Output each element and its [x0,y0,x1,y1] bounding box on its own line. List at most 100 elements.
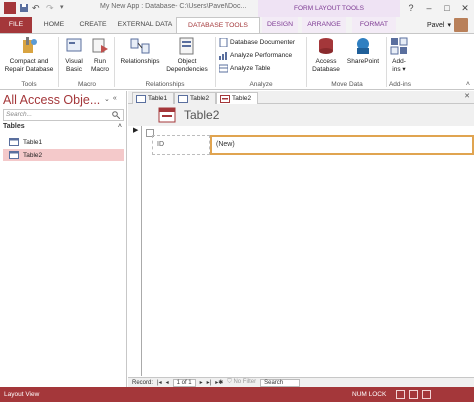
sharepoint-label: SharePoint [346,58,380,65]
nav-group-label: Tables [3,123,25,130]
access-database-button[interactable]: Access Database [309,36,343,73]
filter-icon: ⛉ [227,379,232,385]
doc-tab-table1[interactable]: Table1 [132,92,174,104]
run-macro-button[interactable]: Run Macro [88,36,112,73]
access-label-2: Database [312,65,340,73]
vb-label-2: Basic [66,65,82,73]
add-ins-label-2: ins ▾ [392,65,406,73]
design-view-icon[interactable] [422,390,431,399]
collapse-ribbon-icon[interactable]: ˄ [466,81,470,88]
record-search-input[interactable]: Search [260,378,301,387]
database-documenter-button[interactable]: Database Documenter [219,38,295,47]
table-icon [178,94,188,103]
restore-button[interactable]: □ [438,0,456,17]
tab-design[interactable]: DESIGN [262,17,298,33]
id-field-label[interactable]: ID [152,135,210,155]
close-button[interactable]: ✕ [456,0,474,17]
help-button[interactable]: ? [402,0,420,17]
next-record-icon[interactable]: ▸ [200,379,203,386]
vb-label-1: Visual [65,58,83,65]
filter-status[interactable]: ⛉ No Filter [227,379,256,386]
add-ins-icon [389,36,409,56]
user-menu-chevron-icon: ▾ [447,22,451,29]
analyze-table-icon [219,64,228,73]
group-label-relationships: Relationships [145,81,185,88]
tab-arrange[interactable]: ARRANGE [302,17,346,33]
table-icon [9,151,19,159]
table-icon [136,94,146,103]
run-label-1: Run [94,58,106,65]
group-label-add-ins: Add-ins [388,81,412,88]
form-view-icon[interactable] [396,390,405,399]
navigation-pane: All Access Obje... ⌄ « Search... Tables … [0,91,127,387]
nav-menu-chevron-icon[interactable]: ⌄ [104,95,110,103]
contextual-tab-header: FORM LAYOUT TOOLS [258,0,400,17]
run-label-2: Macro [90,65,110,73]
nav-item-table2[interactable]: Table2 [3,149,124,161]
analyze-performance-button[interactable]: Analyze Performance [219,51,292,60]
save-icon[interactable] [18,2,30,14]
doc-tab-table2[interactable]: Table2 [174,92,216,104]
form-header: Table2 [128,104,474,126]
compact-repair-button[interactable]: Compact and Repair Database [2,36,56,73]
customize-qat-icon[interactable]: ▾ [60,2,72,14]
first-record-icon[interactable]: |◂ [157,379,162,386]
relationships-button[interactable]: Relationships [117,36,163,66]
current-record-input[interactable]: 1 of 1 [172,378,196,387]
tab-format[interactable]: FORMAT [352,17,396,33]
tab-database-tools[interactable]: DATABASE TOOLS [176,17,260,34]
numlock-indicator: NUM LOCK [352,391,387,398]
performance-label: Analyze Performance [230,52,293,59]
nav-group-tables[interactable]: Tables ˄ [3,123,124,133]
object-dependencies-button[interactable]: Object Dependencies [163,36,211,73]
group-label-move-data: Move Data [331,81,363,88]
doc-tab-label: Table2 [190,95,210,102]
analyze-table-button[interactable]: Analyze Table [219,64,270,73]
relationships-label: Relationships [120,58,160,65]
user-account[interactable]: Pavel ▾ [427,17,468,33]
group-label-macro: Macro [77,81,97,88]
compact-label-1: Compact and [9,58,49,65]
window-controls: ? – □ ✕ [402,0,474,17]
tab-file[interactable]: FILE [0,17,32,33]
form-title[interactable]: Table2 [184,108,219,122]
sharepoint-button[interactable]: SharePoint [343,36,383,66]
status-bar: Layout View NUM LOCK [0,387,474,402]
nav-pane-title[interactable]: All Access Obje... [3,93,100,107]
table-icon [9,138,19,146]
nav-item-table1[interactable]: Table1 [3,136,124,148]
redo-icon[interactable]: ↷ [46,2,58,14]
documenter-label: Database Documenter [230,39,296,46]
minimize-button[interactable]: – [420,0,438,17]
group-divider [58,37,59,87]
undo-icon[interactable]: ↶ [32,2,44,14]
documenter-icon [219,38,228,47]
run-macro-icon [90,36,110,56]
close-document-icon[interactable]: ✕ [464,92,470,100]
nav-search-placeholder: Search... [6,111,33,118]
avatar [454,18,468,32]
visual-basic-button[interactable]: Visual Basic [61,36,87,73]
layout-view-icon[interactable] [409,390,418,399]
add-ins-button[interactable]: Add- ins ▾ [389,36,409,73]
tab-external-data[interactable]: EXTERNAL DATA [116,17,174,33]
previous-record-icon[interactable]: ◂ [166,379,169,386]
doc-tab-label: Table1 [148,95,168,102]
tab-home[interactable]: HOME [38,17,70,33]
group-divider [114,37,115,87]
shutter-bar-close-icon[interactable]: « [113,95,117,103]
record-selector[interactable]: ▶ [132,126,142,376]
last-record-icon[interactable]: ▸| [207,379,212,386]
performance-icon [219,51,228,60]
tab-create[interactable]: CREATE [74,17,112,33]
window-title: My New App : Database- C:\Users\Pavel\Do… [100,3,247,10]
collapse-group-icon[interactable]: ˄ [118,123,122,130]
doc-tab-form-table2[interactable]: Table2 [216,92,258,104]
nav-search-input[interactable]: Search... [3,109,124,121]
new-record-icon[interactable]: ▸✱ [215,379,223,386]
record-label: Record: [132,379,154,386]
title-bar: ↶ ↷ ▾ My New App : Database- C:\Users\Pa… [0,0,474,17]
object-dependencies-icon [177,36,197,56]
nav-item-label: Table2 [23,151,43,159]
id-field-value[interactable]: (New) [210,135,474,155]
